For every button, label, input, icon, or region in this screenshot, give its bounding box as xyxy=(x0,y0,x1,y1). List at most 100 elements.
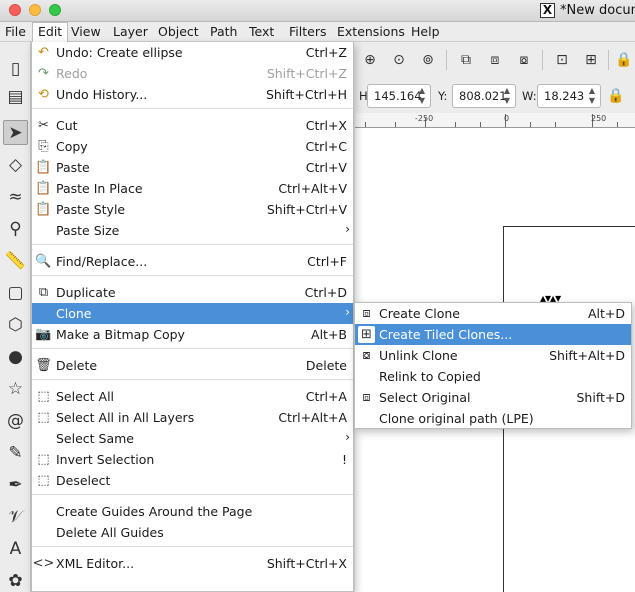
w-label: W: xyxy=(522,89,537,103)
spin-arrows-icon[interactable]: ▲ ▼ xyxy=(416,86,428,106)
submenu-arrow-icon: › xyxy=(345,305,350,319)
horizontal-ruler[interactable]: -250 0 250 xyxy=(355,113,635,128)
calligraphy-tool-icon[interactable]: 𝒱 xyxy=(3,504,28,529)
menu-item-create-tiled-clones[interactable]: ⊞ Create Tiled Clones... xyxy=(355,324,631,345)
tiled-clones-icon: ⊞ xyxy=(358,326,375,343)
paste-in-place-icon: 📋 xyxy=(35,181,52,196)
menu-extensions[interactable]: Extensions xyxy=(332,22,410,42)
menu-path[interactable]: Path xyxy=(205,22,242,42)
y-label: Y: xyxy=(438,89,448,103)
menu-item-undo[interactable]: ↶ Undo: Create ellipse Ctrl+Z xyxy=(32,42,353,63)
ungroup-icon[interactable]: ⊞ xyxy=(581,50,601,70)
menu-item-clone[interactable]: Clone › xyxy=(32,303,353,324)
h-value: 145.164 xyxy=(374,89,422,103)
undo-icon: ↶ xyxy=(38,45,49,60)
pencil-tool-icon[interactable]: ✎ xyxy=(3,440,28,465)
unlink-clone-icon[interactable]: ⧇ xyxy=(514,50,534,70)
menu-separator xyxy=(32,108,353,109)
w-field[interactable]: 18.243 ▲ ▼ xyxy=(537,84,601,108)
spray-tool-icon[interactable]: ✿ xyxy=(3,568,28,592)
camera-icon: 📷 xyxy=(35,327,52,342)
menu-item-paste[interactable]: 📋 Paste Ctrl+V xyxy=(32,157,353,178)
close-window-button[interactable] xyxy=(9,4,21,16)
copy-icon: ⎘ xyxy=(38,139,49,154)
menu-item-paste-in-place[interactable]: 📋 Paste In Place Ctrl+Alt+V xyxy=(32,178,353,199)
y-value: 808.021 xyxy=(459,89,507,103)
3d-box-tool-icon[interactable]: ⬡ xyxy=(3,312,28,337)
group-icon[interactable]: ⊡ xyxy=(552,50,572,70)
menu-file[interactable]: File xyxy=(0,22,31,42)
menu-view[interactable]: View xyxy=(66,22,106,42)
unlink-clone-icon: ⧇ xyxy=(362,348,371,363)
spiral-tool-icon[interactable]: @ xyxy=(3,408,28,433)
clone-submenu: ⧈ Create Clone Alt+D ⊞ Create Tiled Clon… xyxy=(354,302,632,429)
pen-tool-icon[interactable]: ✒ xyxy=(3,472,28,497)
ruler-label: -250 xyxy=(415,114,434,123)
zoom-window-button[interactable] xyxy=(49,4,61,16)
menu-item-make-bitmap-copy[interactable]: 📷 Make a Bitmap Copy Alt+B xyxy=(32,324,353,345)
menu-item-invert-selection[interactable]: ⬚ Invert Selection ! xyxy=(32,449,353,470)
menu-item-create-guides[interactable]: Create Guides Around the Page xyxy=(32,501,353,522)
select-all-layers-icon: ⬚ xyxy=(37,410,50,425)
zoom-tool-icon[interactable]: ⚲ xyxy=(3,216,28,241)
ellipse-tool-icon[interactable]: ● xyxy=(3,344,28,369)
zoom-page-icon[interactable]: ⊚ xyxy=(418,50,438,70)
zoom-drawing-icon[interactable]: ⊙ xyxy=(389,50,409,70)
text-tool-icon[interactable]: A xyxy=(3,536,28,561)
menu-item-undo-history[interactable]: ⟲ Undo History... Shift+Ctrl+H xyxy=(32,84,353,105)
spin-arrows-icon[interactable]: ▲ ▼ xyxy=(501,86,513,106)
menu-item-find-replace[interactable]: 🔍 Find/Replace... Ctrl+F xyxy=(32,251,353,272)
menu-item-select-all-layers[interactable]: ⬚ Select All in All Layers Ctrl+Alt+A xyxy=(32,407,353,428)
menu-item-deselect[interactable]: ⬚ Deselect xyxy=(32,470,353,491)
search-icon: 🔍 xyxy=(35,254,52,269)
star-tool-icon[interactable]: ☆ xyxy=(3,376,28,401)
menu-item-cut[interactable]: ✂ Cut Ctrl+X xyxy=(32,115,353,136)
menu-item-duplicate[interactable]: ⧉ Duplicate Ctrl+D xyxy=(32,282,353,303)
w-value: 18.243 xyxy=(544,89,585,103)
menu-item-select-all[interactable]: ⬚ Select All Ctrl+A xyxy=(32,386,353,407)
lock-ratio-icon[interactable]: 🔒 xyxy=(606,86,626,106)
duplicate-icon[interactable]: ⧉ xyxy=(456,50,476,70)
menu-item-create-clone[interactable]: ⧈ Create Clone Alt+D xyxy=(355,303,631,324)
submenu-arrow-icon: › xyxy=(345,222,350,236)
tweak-tool-icon[interactable]: ≈ xyxy=(3,184,28,209)
menu-layer[interactable]: Layer xyxy=(108,22,153,42)
menu-item-unlink-clone[interactable]: ⧇ Unlink Clone Shift+Alt+D xyxy=(355,345,631,366)
menu-bar: File Edit View Layer Object Path Text Fi… xyxy=(0,22,635,42)
rectangle-tool-icon[interactable]: ▢ xyxy=(3,280,28,305)
deselect-icon: ⬚ xyxy=(37,473,50,488)
lock-icon[interactable]: 🔒 xyxy=(614,50,634,70)
menu-item-relink-to-copied[interactable]: Relink to Copied xyxy=(355,366,631,387)
node-tool-icon[interactable]: ◇ xyxy=(3,152,28,177)
clone-icon[interactable]: ⧈ xyxy=(485,50,505,70)
menu-item-xml-editor[interactable]: <> XML Editor... Shift+Ctrl+X xyxy=(32,553,353,574)
paste-style-icon: 📋 xyxy=(35,202,52,217)
menu-item-delete-guides[interactable]: Delete All Guides xyxy=(32,522,353,543)
menu-text[interactable]: Text xyxy=(244,22,279,42)
menu-item-copy[interactable]: ⎘ Copy Ctrl+C xyxy=(32,136,353,157)
spin-arrows-icon[interactable]: ▲ ▼ xyxy=(586,86,598,106)
menu-item-delete[interactable]: 🗑 Delete Delete xyxy=(32,355,353,376)
menu-item-paste-size[interactable]: Paste Size › xyxy=(32,220,353,241)
zoom-selection-icon[interactable]: ⊕ xyxy=(360,50,380,70)
menu-edit[interactable]: Edit xyxy=(32,22,69,42)
menu-item-clone-original-path[interactable]: Clone original path (LPE) xyxy=(355,408,631,429)
toolbar-separator xyxy=(608,50,609,70)
menu-item-redo[interactable]: ↷ Redo Shift+Ctrl+Z xyxy=(32,63,353,84)
menu-help[interactable]: Help xyxy=(406,22,445,42)
selector-tool-icon[interactable]: ➤ xyxy=(3,120,28,145)
menu-item-paste-style[interactable]: 📋 Paste Style Shift+Ctrl+V xyxy=(32,199,353,220)
measure-tool-icon[interactable]: 📏 xyxy=(3,248,28,273)
minimize-window-button[interactable] xyxy=(29,4,41,16)
menu-item-select-original[interactable]: ⧈ Select Original Shift+D xyxy=(355,387,631,408)
menu-filters[interactable]: Filters xyxy=(284,22,331,42)
edit-menu: ↶ Undo: Create ellipse Ctrl+Z ↷ Redo Shi… xyxy=(31,42,354,592)
duplicate-icon: ⧉ xyxy=(38,285,49,300)
y-field[interactable]: 808.021 ▲ ▼ xyxy=(452,84,516,108)
menu-object[interactable]: Object xyxy=(153,22,204,42)
menu-item-select-same[interactable]: Select Same › xyxy=(32,428,353,449)
toolbox: ▯ ▤ ➤ ◇ ≈ ⚲ 📏 ▢ ⬡ ● ☆ @ ✎ ✒ 𝒱 A ✿ xyxy=(0,42,31,592)
h-field[interactable]: 145.164 ▲ ▼ xyxy=(367,84,431,108)
document-properties-icon[interactable]: ▤ xyxy=(3,84,28,109)
new-document-icon[interactable]: ▯ xyxy=(3,56,28,81)
